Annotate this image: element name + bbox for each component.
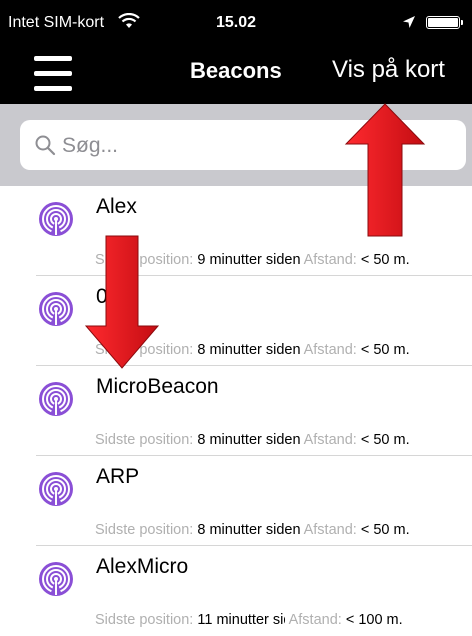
distance-value: < 50 m. — [360, 522, 410, 538]
beacon-signal-icon — [39, 562, 73, 596]
beacon-detail: Sidste position: 11 minutter siden Afsta… — [95, 612, 403, 628]
beacon-name: Alex — [96, 195, 137, 218]
location-arrow-icon — [403, 16, 415, 28]
beacon-signal-icon — [39, 382, 73, 416]
down-arrow-annotation — [84, 235, 160, 369]
last-position-label: Sidste position: — [95, 612, 194, 628]
status-bar: Intet SIM-kort 15.02 — [0, 0, 472, 38]
last-position-value: 8 minutter siden — [197, 522, 301, 538]
last-position-label: Sidste position: — [95, 432, 194, 448]
search-icon — [35, 135, 56, 156]
battery-icon — [426, 16, 460, 29]
last-position-label: Sidste position: — [95, 522, 194, 538]
page-title: Beacons — [190, 58, 282, 83]
distance-value: < 50 m. — [360, 342, 410, 358]
distance-label: Afstand: — [303, 522, 357, 538]
beacon-row[interactable]: ARP Sidste position: 8 minutter siden Af… — [0, 456, 472, 546]
distance-label: Afstand: — [303, 342, 357, 358]
beacon-detail: Sidste position: 8 minutter siden Afstan… — [95, 522, 410, 538]
last-position-value: 8 minutter siden — [197, 342, 301, 358]
beacon-signal-icon — [39, 202, 73, 236]
last-position-value: 11 minutter siden — [197, 612, 285, 628]
distance-value: < 100 m. — [345, 612, 403, 628]
beacon-detail: Sidste position: 8 minutter siden Afstan… — [95, 432, 410, 448]
distance-value: < 50 m. — [360, 252, 410, 268]
search-placeholder: Søg... — [62, 134, 119, 157]
navigation-bar: Beacons Vis på kort — [0, 38, 472, 104]
last-position-value: 9 minutter siden — [197, 252, 301, 268]
distance-value: < 50 m. — [360, 432, 410, 448]
beacon-row[interactable]: 0 36 Sidste position: 8 minutter siden A… — [0, 276, 472, 366]
beacon-row[interactable]: MicroBeacon Sidste position: 8 minutter … — [0, 366, 472, 456]
beacon-name: AlexMicro — [96, 555, 189, 578]
beacon-signal-icon — [39, 472, 73, 506]
hamburger-menu-icon[interactable] — [34, 56, 72, 92]
beacon-row[interactable]: AlexMicro Sidste position: 11 minutter s… — [0, 546, 472, 636]
distance-label: Afstand: — [303, 432, 357, 448]
distance-label: Afstand: — [288, 612, 342, 628]
beacon-name: ARP — [96, 465, 140, 488]
show-on-map-button[interactable]: Vis på kort — [332, 56, 445, 84]
last-position-value: 8 minutter siden — [197, 432, 301, 448]
battery-tip — [461, 20, 463, 25]
beacon-signal-icon — [39, 292, 73, 326]
beacon-name: MicroBeacon — [96, 375, 219, 398]
distance-label: Afstand: — [303, 252, 357, 268]
up-arrow-annotation — [344, 103, 426, 237]
